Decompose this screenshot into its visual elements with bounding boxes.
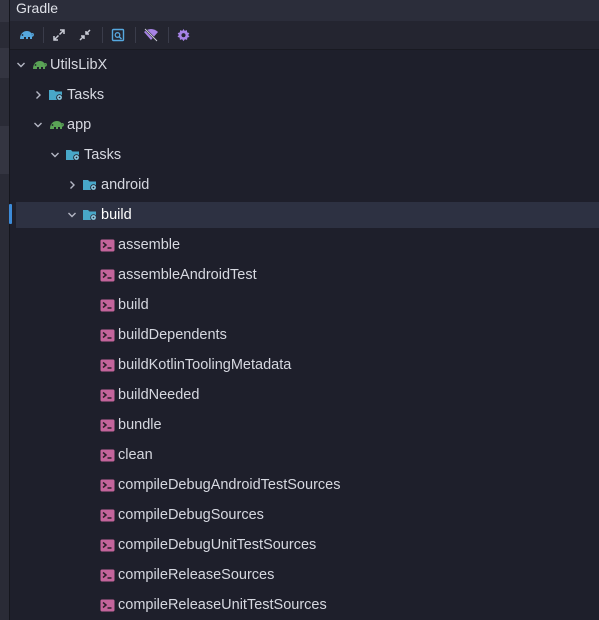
terminal-task-icon — [99, 297, 115, 313]
tree-item-label: UtilsLibX — [50, 57, 108, 73]
task-item[interactable]: compileReleaseUnitTestSources — [10, 590, 599, 620]
tree-item-label: Tasks — [84, 147, 122, 163]
chevron-down-icon[interactable] — [65, 208, 79, 222]
terminal-task-icon — [99, 267, 115, 283]
task-item[interactable]: assembleAndroidTest — [10, 260, 599, 290]
left-edge-band — [0, 126, 9, 174]
tree-item-root-tasks[interactable]: Tasks — [10, 80, 599, 110]
gradle-toolbar — [10, 21, 599, 50]
task-label: bundle — [118, 417, 162, 433]
task-label: buildDependents — [118, 327, 227, 343]
tree-item-label: build — [101, 207, 132, 223]
task-item[interactable]: compileDebugUnitTestSources — [10, 530, 599, 560]
tasks-folder-icon — [82, 207, 98, 223]
task-item[interactable]: compileDebugSources — [10, 500, 599, 530]
analyze-dependencies-button[interactable] — [107, 24, 128, 46]
terminal-task-icon — [99, 507, 115, 523]
collapse-all-button[interactable] — [74, 24, 95, 46]
panel-header: Gradle — [10, 0, 599, 21]
left-edge-band — [0, 48, 9, 78]
gradle-tree: UtilsLibX Tasks app Tasks android build … — [10, 50, 599, 620]
task-label: compileDebugAndroidTestSources — [118, 477, 341, 493]
task-label: assemble — [118, 237, 181, 253]
gradle-elephant-icon — [31, 57, 47, 73]
chevron-right-icon[interactable] — [31, 88, 45, 102]
tasks-folder-icon — [65, 147, 81, 163]
settings-button[interactable] — [173, 24, 194, 46]
gradle-elephant-icon — [48, 117, 64, 133]
task-item[interactable]: compileDebugAndroidTestSources — [10, 470, 599, 500]
terminal-task-icon — [99, 387, 115, 403]
gradle-sync-button[interactable] — [15, 24, 36, 46]
chevron-down-icon[interactable] — [31, 118, 45, 132]
elephant-icon — [19, 31, 34, 39]
task-label: buildNeeded — [118, 387, 200, 403]
task-item[interactable]: buildKotlinToolingMetadata — [10, 350, 599, 380]
tree-item-app[interactable]: app — [10, 110, 599, 140]
toolbar-separator — [135, 27, 136, 43]
task-item[interactable]: build — [10, 290, 599, 320]
task-label: compileReleaseSources — [118, 567, 275, 583]
task-item[interactable]: assemble — [10, 230, 599, 260]
tree-item-label: Tasks — [67, 87, 105, 103]
tree-item-label: app — [67, 117, 92, 133]
toggle-offline-button[interactable] — [140, 24, 161, 46]
terminal-task-icon — [99, 477, 115, 493]
terminal-task-icon — [99, 567, 115, 583]
collapse-icon — [78, 29, 91, 41]
toolbar-separator — [43, 27, 44, 43]
expand-icon — [52, 29, 65, 41]
task-label: build — [118, 297, 149, 313]
tasks-folder-icon — [82, 177, 98, 193]
task-item[interactable]: bundle — [10, 410, 599, 440]
terminal-task-icon — [99, 597, 115, 613]
offline-icon — [143, 28, 158, 42]
task-label: clean — [118, 447, 153, 463]
terminal-task-icon — [99, 447, 115, 463]
toolbar-separator — [102, 27, 103, 43]
tree-item-build-group[interactable]: build — [16, 202, 599, 228]
panel-title: Gradle — [16, 0, 59, 16]
task-item[interactable]: clean — [10, 440, 599, 470]
terminal-task-icon — [99, 417, 115, 433]
task-label: compileDebugSources — [118, 507, 264, 523]
task-label: compileDebugUnitTestSources — [118, 537, 317, 553]
gear-icon — [177, 28, 190, 41]
tree-item-label: android — [101, 177, 150, 193]
task-label: buildKotlinToolingMetadata — [118, 357, 292, 373]
task-label: compileReleaseUnitTestSources — [118, 597, 327, 613]
left-edge-band — [0, 0, 9, 22]
tree-item-app-tasks[interactable]: Tasks — [10, 140, 599, 170]
tree-item-android-group[interactable]: android — [10, 170, 599, 200]
task-label: assembleAndroidTest — [118, 267, 257, 283]
build-task-list: assemble assembleAndroidTest build build… — [10, 230, 599, 620]
chevron-down-icon[interactable] — [14, 58, 28, 72]
chevron-right-icon[interactable] — [65, 178, 79, 192]
tasks-folder-icon — [48, 87, 64, 103]
chevron-down-icon[interactable] — [48, 148, 62, 162]
tree-item-root-project[interactable]: UtilsLibX — [10, 50, 599, 80]
task-item[interactable]: buildNeeded — [10, 380, 599, 410]
search-document-icon — [111, 28, 124, 42]
terminal-task-icon — [99, 537, 115, 553]
terminal-task-icon — [99, 327, 115, 343]
expand-all-button[interactable] — [48, 24, 69, 46]
terminal-task-icon — [99, 237, 115, 253]
terminal-task-icon — [99, 357, 115, 373]
task-item[interactable]: buildDependents — [10, 320, 599, 350]
task-item[interactable]: compileReleaseSources — [10, 560, 599, 590]
left-panel-edge — [0, 0, 12, 620]
toolbar-separator — [168, 27, 169, 43]
